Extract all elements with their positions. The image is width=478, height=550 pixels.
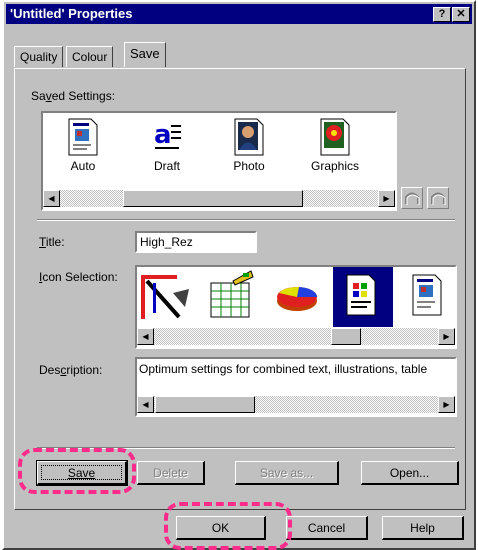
saved-setting-label: Auto bbox=[70, 159, 96, 173]
drafting-tools-icon bbox=[141, 275, 189, 319]
save-highlight-annotation bbox=[18, 448, 136, 494]
title-label: Title: bbox=[39, 235, 65, 249]
scroll-right-icon[interactable]: ▶ bbox=[378, 190, 395, 207]
description-text: Optimum settings for combined text, illu… bbox=[139, 362, 428, 376]
icon-option-drafting[interactable] bbox=[139, 267, 199, 327]
saved-setting-label: Photo bbox=[233, 159, 265, 173]
scroll-right-icon[interactable]: ▶ bbox=[438, 328, 455, 345]
photo-portrait-icon bbox=[234, 118, 264, 156]
scroll-thumb[interactable] bbox=[123, 190, 303, 207]
arch-icon bbox=[405, 192, 420, 205]
document-icon bbox=[346, 274, 376, 316]
help-button[interactable]: Help bbox=[382, 516, 464, 540]
description-label: Description: bbox=[39, 363, 103, 377]
saved-settings-scrollbar[interactable]: ◀ ▶ bbox=[43, 190, 395, 207]
graphics-flower-icon bbox=[320, 118, 350, 156]
save-tab-panel: Saved Settings: Auto a Draft Photo Graph… bbox=[14, 68, 466, 510]
open-button[interactable]: Open... bbox=[361, 461, 459, 485]
title-bar[interactable]: 'Untitled' Properties ? ✕ bbox=[6, 4, 472, 24]
icon-selection-label: Icon Selection: bbox=[39, 270, 118, 284]
tab-save[interactable]: Save bbox=[124, 42, 166, 67]
scroll-left-icon[interactable]: ◀ bbox=[43, 190, 60, 207]
scroll-right-icon[interactable]: ▶ bbox=[438, 396, 455, 413]
auto-document-icon bbox=[412, 274, 442, 316]
draft-text-icon: a bbox=[153, 119, 181, 155]
saved-setting-label: Graphics bbox=[310, 159, 360, 173]
saved-setting-photo[interactable]: Photo bbox=[219, 113, 279, 177]
icon-option-auto[interactable] bbox=[399, 267, 455, 327]
saved-settings-list[interactable]: Auto a Draft Photo Graphics ◀ ▶ bbox=[41, 111, 397, 211]
saved-setting-label: Draft bbox=[153, 159, 180, 173]
icon-option-pie[interactable] bbox=[269, 267, 329, 327]
open-button-label: Open... bbox=[389, 466, 430, 480]
help-icon[interactable]: ? bbox=[433, 7, 451, 22]
scroll-thumb[interactable] bbox=[331, 328, 361, 345]
description-box[interactable]: Optimum settings for combined text, illu… bbox=[135, 357, 457, 417]
saved-settings-label: Saved Settings: bbox=[31, 89, 116, 103]
icon-option-spreadsheet[interactable] bbox=[203, 267, 263, 327]
scroll-left-icon[interactable]: ◀ bbox=[137, 328, 154, 345]
auto-document-icon bbox=[68, 118, 98, 156]
svg-text:a: a bbox=[154, 120, 172, 150]
icon-selection-scrollbar[interactable]: ◀ ▶ bbox=[137, 328, 455, 345]
scroll-thumb[interactable] bbox=[155, 396, 255, 413]
ok-highlight-annotation bbox=[164, 502, 292, 550]
divider bbox=[37, 219, 455, 221]
saved-setting-draft[interactable]: a Draft bbox=[137, 113, 197, 177]
move-down-button[interactable] bbox=[427, 187, 449, 209]
window-title: 'Untitled' Properties bbox=[10, 6, 133, 21]
close-icon[interactable]: ✕ bbox=[452, 7, 470, 22]
tab-quality[interactable]: Quality bbox=[14, 46, 64, 67]
save-as-button[interactable]: Save as... bbox=[235, 461, 339, 485]
cancel-button-label: Cancel bbox=[307, 521, 346, 535]
pie-chart-icon bbox=[277, 286, 318, 311]
cancel-button[interactable]: Cancel bbox=[286, 516, 368, 540]
saved-setting-auto[interactable]: Auto bbox=[53, 113, 113, 177]
help-button-label: Help bbox=[410, 521, 435, 535]
arch-icon bbox=[431, 192, 446, 205]
saved-setting-graphics[interactable]: Graphics bbox=[305, 113, 365, 177]
save-as-button-label: Save as... bbox=[259, 466, 314, 480]
description-scrollbar[interactable]: ◀ ▶ bbox=[137, 396, 455, 413]
title-input[interactable]: High_Rez bbox=[135, 231, 257, 253]
tab-colour[interactable]: Colour bbox=[66, 46, 114, 67]
delete-button[interactable]: Delete bbox=[137, 461, 205, 485]
icon-option-document[interactable] bbox=[333, 267, 393, 327]
scroll-left-icon[interactable]: ◀ bbox=[137, 396, 154, 413]
spreadsheet-icon bbox=[210, 270, 254, 318]
delete-button-label: Delete bbox=[153, 466, 188, 480]
move-up-button[interactable] bbox=[401, 187, 423, 209]
icon-selection-list[interactable]: ◀ ▶ bbox=[135, 265, 457, 349]
